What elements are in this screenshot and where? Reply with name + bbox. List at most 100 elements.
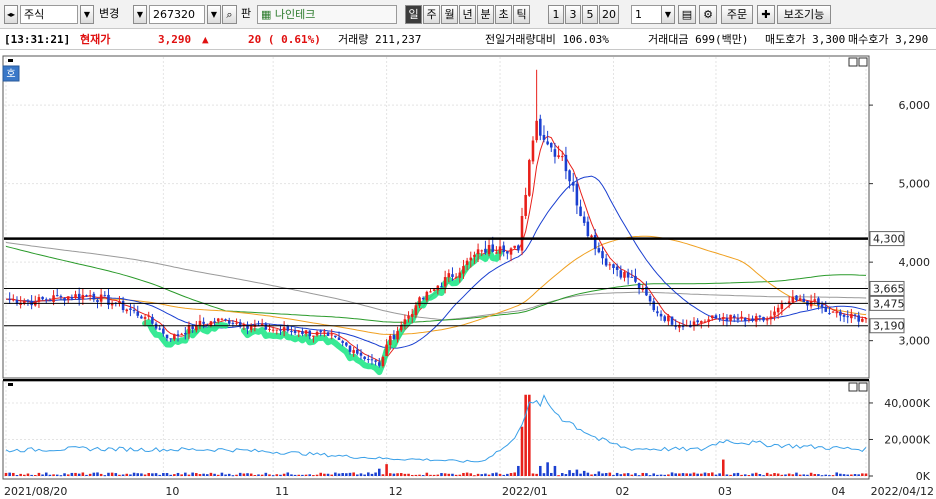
volume-bar xyxy=(703,472,707,476)
volume-bar xyxy=(454,474,458,476)
volume-bar xyxy=(714,474,718,476)
volume-bar xyxy=(30,474,33,476)
candle-body xyxy=(667,315,670,322)
candle-body xyxy=(798,298,802,302)
y-tick-label: 3,000 xyxy=(899,335,931,348)
candle-body xyxy=(176,334,180,336)
market-dropdown-icon[interactable]: ▼ xyxy=(80,5,94,24)
candle-body xyxy=(769,316,773,320)
volume-bar xyxy=(787,473,791,476)
candle-body xyxy=(839,311,842,316)
period-minute-button[interactable]: 분 xyxy=(477,5,494,24)
period-day-button[interactable]: 일 xyxy=(405,5,422,24)
code-dropdown-icon[interactable]: ▼ xyxy=(133,5,147,24)
candle-body xyxy=(484,248,487,253)
price-level-label: 3,665 xyxy=(873,282,905,295)
candle-body xyxy=(282,327,286,332)
candle-body xyxy=(703,321,707,323)
volume-bar xyxy=(293,474,297,476)
period-week-button[interactable]: 주 xyxy=(423,5,440,24)
volume-bar xyxy=(820,475,824,477)
volume-bar xyxy=(227,473,231,476)
volume-bar xyxy=(23,474,26,476)
volume-bar xyxy=(162,473,165,476)
candle-body xyxy=(348,345,352,352)
period-second-button[interactable]: 초 xyxy=(495,5,512,24)
volume-bar xyxy=(645,473,648,476)
candle-body xyxy=(363,356,366,360)
close-icon[interactable] xyxy=(858,57,868,67)
candle-body xyxy=(758,315,762,317)
period-year-button[interactable]: 년 xyxy=(459,5,476,24)
candle-body xyxy=(626,272,630,278)
candle-body xyxy=(604,258,608,266)
order-button[interactable]: 주문 xyxy=(721,5,753,24)
indicator-button[interactable]: 보조기능 xyxy=(777,5,831,24)
period-tick-button[interactable]: 틱 xyxy=(513,5,530,24)
panel-menu-icon[interactable] xyxy=(8,59,13,62)
interval-5-button[interactable]: 5 xyxy=(582,5,598,24)
volume-bar xyxy=(531,473,535,476)
candle-body xyxy=(440,286,443,288)
candle-body xyxy=(765,319,769,321)
volume-maximize-icon[interactable] xyxy=(848,382,858,392)
save-icon[interactable]: ▤ xyxy=(678,5,696,24)
candle-body xyxy=(597,248,601,253)
volume-bar xyxy=(839,473,842,476)
stock-code-input[interactable]: 267320 xyxy=(149,5,205,24)
candle-body xyxy=(392,334,396,339)
volume-bar xyxy=(659,474,663,476)
candle-body xyxy=(132,310,136,312)
volume-bar xyxy=(560,473,564,476)
volume-bar xyxy=(92,472,96,476)
candle-body xyxy=(458,272,462,278)
volume-bar xyxy=(352,472,355,476)
candle-body xyxy=(802,298,806,302)
volume-bar xyxy=(491,473,495,476)
candle-body xyxy=(66,296,70,300)
candle-body xyxy=(454,276,458,278)
period-month-button[interactable]: 월 xyxy=(441,5,458,24)
candle-body xyxy=(714,315,718,319)
volume-bar xyxy=(132,472,136,476)
interval-1-button[interactable]: 1 xyxy=(548,5,564,24)
volume-bar xyxy=(484,473,487,476)
volume-bar xyxy=(312,475,315,477)
interval-20-button[interactable]: 20 xyxy=(599,5,619,24)
volume-bar xyxy=(19,473,22,476)
interval-dropdown-icon[interactable]: ▼ xyxy=(661,5,675,24)
volume-menu-icon[interactable] xyxy=(8,383,13,386)
y-tick-label: 5,000 xyxy=(899,178,931,191)
market-select[interactable]: 주식 xyxy=(20,5,78,24)
volume-bar xyxy=(151,473,154,476)
volume-bar xyxy=(791,474,795,476)
candle-body xyxy=(319,330,323,332)
candle-body xyxy=(326,332,330,336)
volume-bar xyxy=(513,472,516,476)
volume-bar xyxy=(55,474,59,476)
gear-icon[interactable]: ⚙ xyxy=(699,5,717,24)
candle-body xyxy=(850,313,853,319)
candle-body xyxy=(634,275,637,282)
candle-body xyxy=(747,319,751,321)
maximize-icon[interactable] xyxy=(848,57,858,67)
volume-bar xyxy=(443,473,447,476)
bid-price: 매수호가 3,290 xyxy=(848,33,929,46)
interval-3-button[interactable]: 3 xyxy=(565,5,581,24)
volume-close-icon[interactable] xyxy=(858,382,868,392)
market-arrows-icon[interactable]: ◂▸ xyxy=(4,5,18,24)
volume-bar xyxy=(176,472,180,476)
volume-bar xyxy=(743,474,747,476)
candle-body xyxy=(447,273,451,278)
code-list-dropdown-icon[interactable]: ▼ xyxy=(207,5,221,24)
candle-body xyxy=(736,318,740,320)
candle-body xyxy=(528,160,531,196)
volume-bar xyxy=(81,472,85,476)
volume-bar xyxy=(747,475,751,477)
search-icon[interactable]: ⌕ xyxy=(222,5,237,24)
candle-body xyxy=(506,251,509,254)
volume-bar xyxy=(213,473,216,476)
candle-body xyxy=(92,293,96,300)
chart-toolbar: ◂▸ 주식 ▼ 변경 ▼ 267320 ▼ ⌕ 판 ▦ 나인테크 일 주 월 년… xyxy=(0,0,936,29)
plus-icon[interactable]: ✚ xyxy=(757,5,775,24)
